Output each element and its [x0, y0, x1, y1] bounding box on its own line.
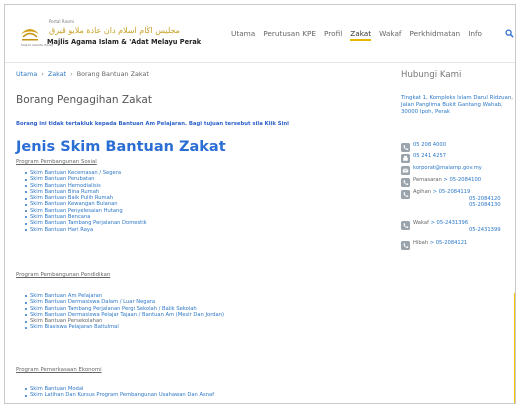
nav-wakaf[interactable]: Wakaf: [379, 29, 401, 41]
nav-perkhidmatan[interactable]: Perkhidmatan: [410, 29, 461, 41]
program-title-ekonomi: Program Pemerkasaan Ekonomi: [16, 367, 102, 373]
phone-icon: [401, 189, 410, 199]
list-item[interactable]: Skim Latihan Dan Kursus Program Pembangu…: [25, 392, 214, 398]
hibah-contact[interactable]: Hibah > 05-2084121: [401, 240, 467, 250]
breadcrumb-utama[interactable]: Utama: [16, 70, 37, 78]
email-icon: [401, 165, 410, 175]
main-nav: Utama Perutusan KPE Profil Zakat Wakaf P…: [231, 29, 482, 41]
breadcrumb-separator-icon: ›: [70, 70, 73, 78]
phone-icon: [401, 142, 410, 152]
pemasaran-label: Pemasaran: [413, 177, 442, 183]
pemasaran-contact[interactable]: Pemasaran > 05-2084100: [401, 177, 481, 187]
main-content: Utama › Zakat › Borang Bantuan Zakat Borang …: [16, 70, 376, 398]
nav-perutusan-kpe[interactable]: Perutusan KPE: [263, 29, 316, 41]
list-ekonomi: Skim Bantuan Modal Skim Latihan Dan Kurs…: [25, 386, 214, 399]
notice-link[interactable]: Borang ini tidak tertakluk kepada Bantua…: [16, 121, 289, 127]
contact-sidebar: Hubungi Kami Tingkat 1, Kompleks Islam D…: [401, 70, 513, 250]
logo-sub-text: MAJLIS AGAMA ISLAM: [21, 43, 54, 47]
section-title: Jenis Skim Bantuan Zakat: [16, 139, 226, 155]
accent-divider: [514, 293, 515, 403]
nav-utama[interactable]: Utama: [231, 29, 255, 41]
logo-arabic-text: مجليس اڬام اسلام دان عادة ملايو ڤيرق: [49, 26, 180, 35]
nav-profil[interactable]: Profil: [324, 29, 342, 41]
search-icon[interactable]: [505, 29, 514, 38]
breadcrumb-separator-icon: ›: [41, 70, 44, 78]
logo-name-text: Majlis Agama Islam & 'Adat Melayu Perak: [47, 38, 202, 46]
logo-portal-text: Portal Rasmi: [49, 19, 74, 24]
nav-zakat[interactable]: Zakat: [350, 29, 372, 41]
hibah-label: Hibah: [413, 240, 429, 246]
wakaf-label: Wakaf: [413, 220, 429, 226]
breadcrumb-current: Borang Bantuan Zakat: [76, 70, 149, 78]
page-title: Borang Pengagihan Zakat: [16, 94, 152, 106]
pemasaran-number: > 05-2084100: [443, 177, 482, 183]
site-logo[interactable]: Portal Rasmi مجليس اڬام اسلام دان عادة م…: [17, 18, 217, 50]
agihan-number: 05-2084130: [469, 202, 501, 209]
breadcrumb: Utama › Zakat › Borang Bantuan Zakat: [16, 70, 376, 80]
breadcrumb-zakat[interactable]: Zakat: [48, 70, 66, 78]
nav-info[interactable]: Info: [468, 29, 482, 41]
agihan-label: Agihan: [413, 189, 432, 195]
phone-icon: [401, 240, 410, 250]
wakaf-contact[interactable]: Wakaf > 05-2431396 05-2431399: [401, 220, 501, 233]
agihan-contact[interactable]: Agihan > 05-2084119 05-2084120 05-208413…: [401, 189, 501, 209]
browser-page: Portal Rasmi مجليس اڬام اسلام دان عادة م…: [4, 4, 516, 404]
phone-contact[interactable]: 05 208 4000: [401, 142, 446, 152]
address-text: Tingkat 1, Kompleks Islam Darul Ridzuan,…: [401, 95, 513, 116]
program-title-sosial: Program Pembangunan Sosial: [16, 159, 97, 165]
phone-icon: [401, 220, 410, 230]
list-sosial: Skim Bantuan Kecemasan / Segera Skim Ban…: [25, 170, 147, 233]
agihan-number: > 05-2084119: [432, 189, 471, 195]
sidebar-title: Hubungi Kami: [401, 70, 462, 80]
agihan-number: 05-2084120: [469, 195, 501, 202]
maiamp-emblem-icon: [21, 29, 39, 41]
list-pendidikan: Skim Bantuan Am Pelajaran Skim Bantuan D…: [25, 293, 224, 331]
program-title-pendidikan: Program Pembangunan Pendidikan: [16, 272, 111, 278]
email-contact[interactable]: korporat@maiamp.gov.my: [401, 165, 482, 175]
wakaf-number: > 05-2431396: [430, 220, 469, 226]
site-header: Portal Rasmi مجليس اڬام اسلام دان عادة م…: [5, 5, 515, 63]
hibah-number: > 05-2084121: [429, 240, 468, 246]
list-item[interactable]: Skim Bantuan Hari Raya: [25, 227, 147, 233]
phone-icon: [401, 177, 410, 187]
email-address: korporat@maiamp.gov.my: [413, 165, 482, 171]
fax-number: 05 241 4257: [413, 153, 447, 159]
list-item[interactable]: Skim Biasiswa Pelajaran Baitulmal: [25, 324, 224, 330]
wakaf-number: 05-2431399: [469, 226, 501, 233]
fax-icon: [401, 153, 410, 163]
fax-contact[interactable]: 05 241 4257: [401, 153, 446, 163]
phone-number: 05 208 4000: [413, 142, 447, 148]
